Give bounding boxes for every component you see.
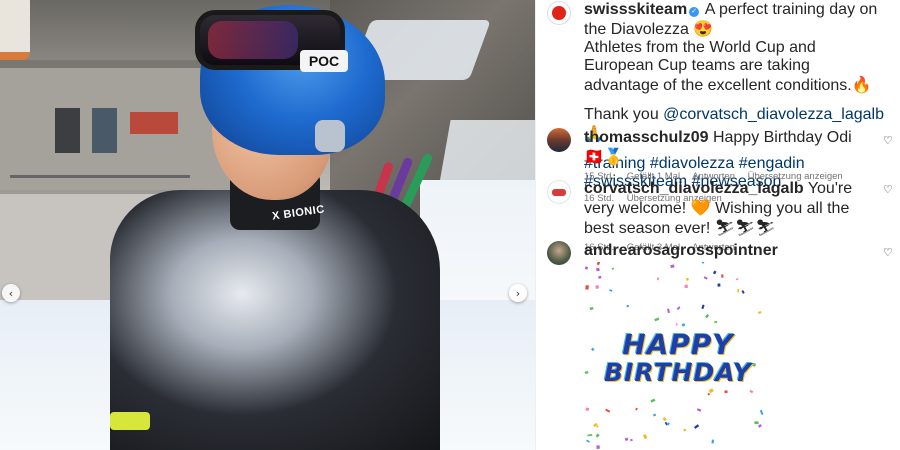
confetti-piece	[681, 323, 686, 327]
confetti-piece	[749, 389, 754, 394]
confetti-piece	[696, 408, 702, 412]
confetti-piece	[656, 277, 660, 281]
confetti-piece	[642, 434, 648, 440]
confetti-piece	[598, 275, 602, 279]
confetti-piece	[693, 424, 700, 429]
avatar[interactable]	[547, 128, 571, 152]
confetti-piece	[596, 267, 600, 272]
confetti-piece	[635, 407, 638, 411]
confetti-piece	[586, 439, 590, 443]
avatar[interactable]	[547, 1, 571, 25]
heart-icon[interactable]: ♡	[883, 247, 895, 259]
confetti-piece	[685, 277, 689, 281]
confetti-piece	[624, 437, 629, 441]
chevron-right-icon[interactable]: ›	[509, 284, 527, 302]
confetti-piece	[724, 390, 728, 394]
confetti-piece	[737, 288, 740, 293]
comment: thomasschulz09 Happy Birthday Odi 🇨🇭🥇 15…	[584, 129, 874, 182]
caption-text: Athletes from the World Cup and European…	[584, 39, 872, 94]
confetti-piece	[717, 283, 721, 287]
caption-text: Thank you	[584, 106, 664, 123]
confetti-piece	[587, 434, 593, 437]
building-window	[92, 108, 117, 153]
comment-author[interactable]: thomasschulz09	[584, 129, 708, 146]
confetti-piece	[596, 445, 600, 450]
confetti-piece	[630, 438, 633, 442]
brand-logo-icon	[552, 6, 566, 20]
chevron-left-icon[interactable]: ‹	[2, 284, 20, 302]
confetti-piece	[605, 408, 611, 413]
confetti-piece	[683, 428, 687, 432]
confetti-piece	[703, 276, 708, 280]
helmet-brand: POC	[300, 50, 348, 72]
confetti-piece	[596, 262, 601, 266]
avatar[interactable]	[547, 241, 571, 265]
confetti-piece	[757, 423, 762, 428]
confetti-piece	[675, 323, 678, 326]
comment: andrearosagrosspointner	[584, 242, 874, 260]
confetti-piece	[701, 304, 705, 310]
railing	[10, 175, 190, 178]
mention-link[interactable]: @corvatsch_diavolezza_lagalb	[663, 106, 884, 123]
confetti-piece	[611, 267, 615, 271]
confetti-piece	[652, 413, 657, 417]
confetti-piece	[707, 392, 711, 396]
confetti-piece	[667, 308, 670, 314]
confetti-piece	[595, 284, 600, 289]
confetti-piece	[626, 304, 629, 308]
confetti-piece	[650, 398, 656, 403]
confetti-piece	[662, 417, 667, 422]
confetti-piece	[714, 320, 718, 324]
confetti-piece	[684, 284, 688, 289]
gif-text-birthday: BIRTHDAY	[604, 358, 752, 387]
armband	[110, 412, 150, 430]
confetti-piece	[741, 290, 745, 294]
comment-author[interactable]: corvatsch_diavolezza_lagalb	[584, 180, 804, 197]
helmet-earpad	[315, 120, 345, 152]
roof-edge	[0, 0, 30, 60]
confetti-piece	[589, 306, 594, 311]
avatar[interactable]	[547, 180, 571, 204]
confetti-piece	[595, 433, 600, 438]
confetti-piece	[754, 421, 759, 425]
building-sign	[130, 112, 178, 134]
confetti-piece	[735, 278, 739, 281]
confetti-piece	[585, 285, 589, 290]
heart-icon[interactable]: ♡	[883, 184, 895, 196]
gif-text-happy: HAPPY	[622, 328, 734, 361]
confetti-piece	[676, 306, 681, 311]
confetti-piece	[757, 311, 762, 314]
confetti-piece	[654, 317, 660, 322]
verified-badge-icon: ✓	[689, 7, 700, 17]
confetti-piece	[711, 439, 715, 444]
heart-icon[interactable]: ♡	[883, 135, 895, 147]
confetti-piece	[712, 270, 717, 275]
confetti-piece	[721, 274, 724, 278]
post-author[interactable]: swissskiteam	[584, 1, 687, 18]
confetti-piece	[701, 262, 705, 264]
post-photo[interactable]: POC X BIONIC ‹ ›	[0, 0, 535, 450]
confetti-piece	[666, 422, 670, 426]
birthday-gif[interactable]: HAPPY BIRTHDAY	[583, 262, 773, 450]
confetti-piece	[670, 264, 675, 269]
confetti-piece	[759, 409, 764, 415]
confetti-piece	[705, 313, 710, 319]
confetti-piece	[585, 407, 590, 412]
building-window	[55, 108, 80, 153]
brand-logo-icon	[552, 188, 566, 196]
confetti-piece	[708, 388, 714, 394]
comment-author[interactable]: andrearosagrosspointner	[584, 242, 778, 259]
instagram-post-view: POC X BIONIC ‹ › swissskiteam ✓ A perfect…	[0, 0, 900, 450]
confetti-piece	[609, 289, 613, 292]
confetti-piece	[584, 266, 589, 270]
